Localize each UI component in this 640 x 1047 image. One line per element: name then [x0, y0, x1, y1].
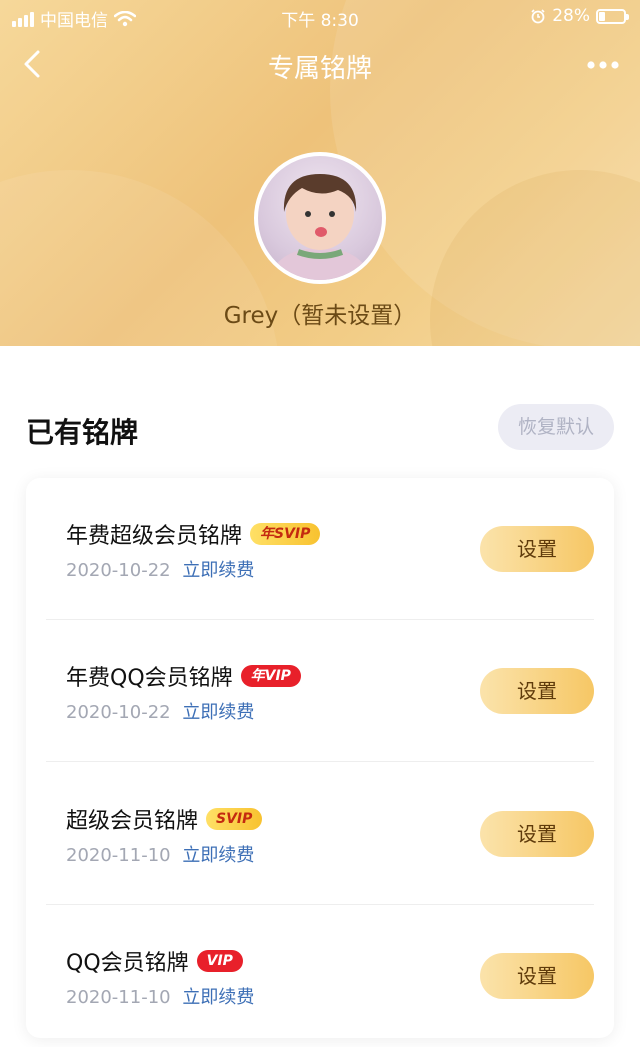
section-title: 已有铭牌: [26, 416, 139, 449]
avatar[interactable]: [254, 152, 386, 284]
set-button[interactable]: 设置: [480, 953, 594, 999]
nameplate-row: QQ会员铭牌 VIP 2020-11-10 立即续费 设置: [26, 905, 614, 1047]
vip-badge: 年VIP: [240, 665, 301, 687]
nameplate-row: 年费QQ会员铭牌 年VIP 2020-10-22 立即续费 设置: [26, 620, 614, 762]
nameplate-name: 年费超级会员铭牌: [66, 524, 243, 549]
user-name: Grey（暂未设置）: [223, 303, 417, 329]
expiry-date: 2020-11-10: [66, 987, 171, 1008]
header-banner: 中国电信 下午 8:30 28% 专属铭牌 Grey（暂未设置）: [0, 0, 640, 346]
renew-link[interactable]: 立即续费: [182, 560, 254, 581]
nameplate-row: 超级会员铭牌 SVIP 2020-11-10 立即续费 设置: [26, 763, 614, 905]
avatar-image: [268, 174, 372, 280]
set-button[interactable]: 设置: [480, 811, 594, 857]
divider: [46, 761, 594, 762]
expiry-date: 2020-10-22: [66, 560, 171, 581]
nameplate-name: 超级会员铭牌: [66, 809, 199, 834]
nameplate-name: QQ会员铭牌: [66, 951, 189, 976]
renew-link[interactable]: 立即续费: [182, 987, 254, 1008]
more-dots-icon: [587, 61, 619, 69]
status-bar: 中国电信 下午 8:30 28%: [0, 0, 640, 34]
restore-default-button[interactable]: 恢复默认: [498, 404, 614, 450]
set-button[interactable]: 设置: [480, 526, 594, 572]
expiry-date: 2020-11-10: [66, 845, 171, 866]
set-button[interactable]: 设置: [480, 668, 594, 714]
battery-percent: 28%: [552, 6, 590, 26]
alarm-icon: [531, 9, 545, 24]
expiry-date: 2020-10-22: [66, 702, 171, 723]
svip-badge: SVIP: [206, 808, 263, 830]
renew-link[interactable]: 立即续费: [182, 845, 254, 866]
nameplate-name: 年费QQ会员铭牌: [66, 666, 233, 691]
vip-badge: VIP: [196, 950, 243, 972]
nameplate-row: 年费超级会员铭牌 年SVIP 2020-10-22 立即续费 设置: [26, 478, 614, 620]
nameplate-list: 年费超级会员铭牌 年SVIP 2020-10-22 立即续费 设置 年费QQ会员…: [26, 478, 614, 1038]
more-button[interactable]: [584, 52, 624, 78]
battery-icon: [596, 8, 629, 24]
svip-badge: 年SVIP: [250, 523, 321, 545]
renew-link[interactable]: 立即续费: [182, 702, 254, 723]
page-title: 专属铭牌: [267, 54, 372, 84]
